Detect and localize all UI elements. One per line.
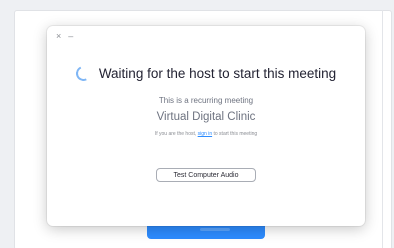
- background-divider: [382, 10, 383, 248]
- test-computer-audio-button[interactable]: Test Computer Audio: [156, 168, 256, 182]
- status-headline: Waiting for the host to start this meeti…: [98, 66, 337, 81]
- waiting-for-host-dialog: × – Waiting for the host to start this m…: [47, 26, 365, 226]
- host-sign-in-prompt: If you are the host, sign in to start th…: [47, 131, 365, 137]
- meeting-name: Virtual Digital Clinic: [156, 111, 256, 123]
- host-prompt-text-before: If you are the host,: [154, 131, 198, 137]
- window-controls: × –: [56, 32, 73, 41]
- recurring-meeting-note: This is a recurring meeting: [158, 96, 254, 105]
- sign-in-link[interactable]: sign in: [198, 131, 212, 137]
- status-row: Waiting for the host to start this meeti…: [47, 63, 365, 84]
- background-join-button-label: [200, 228, 230, 231]
- screen: × – Waiting for the host to start this m…: [0, 0, 394, 248]
- close-icon[interactable]: ×: [56, 32, 61, 41]
- test-computer-audio-label: Test Computer Audio: [173, 171, 239, 179]
- loading-spinner-icon: [73, 63, 93, 84]
- minimize-icon[interactable]: –: [68, 32, 73, 41]
- host-prompt-text-after: to start this meeting: [212, 131, 258, 137]
